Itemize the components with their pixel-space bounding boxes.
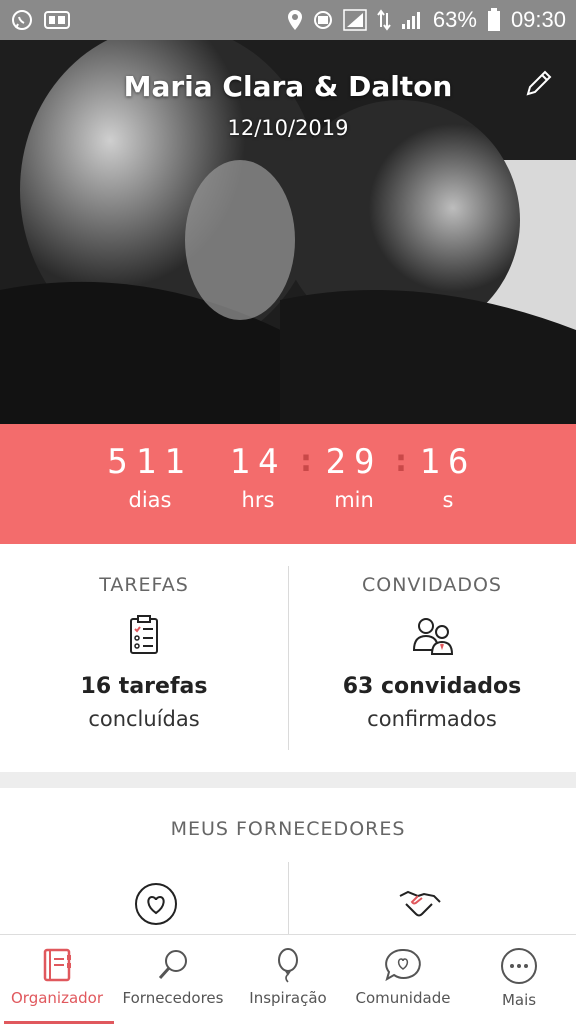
guests-status: confirmados: [367, 707, 497, 731]
guests-count: 63 convidados: [342, 674, 522, 699]
couple-names: Maria Clara & Dalton: [123, 70, 453, 103]
wedding-date: 12/10/2019: [227, 116, 349, 140]
heart-icon: [135, 883, 177, 925]
days-value: 511: [107, 442, 193, 482]
hours-label: hrs: [241, 488, 275, 512]
nav-item-fornecedores[interactable]: Fornecedores: [114, 935, 232, 1024]
seconds-label: s: [442, 488, 454, 512]
whatsapp-icon: [10, 8, 34, 32]
divider: [288, 862, 289, 934]
signal-box-icon: [343, 9, 367, 31]
guests-title: CONVIDADOS: [362, 574, 502, 596]
countdown-hours: 14 hrs: [222, 442, 294, 512]
edit-button[interactable]: [524, 68, 554, 98]
wedding-countdown: 511 dias 14 hrs : 29 min : 16 s: [0, 424, 576, 544]
couple-photo-header: Maria Clara & Dalton 12/10/2019: [0, 40, 576, 424]
countdown-days: 511 dias: [100, 442, 200, 512]
section-separator: [0, 772, 576, 788]
magnifier-icon: [158, 950, 187, 980]
battery-percent: 63%: [432, 7, 477, 32]
favorite-suppliers-button[interactable]: [134, 882, 178, 926]
minutes-value: 29: [325, 442, 383, 482]
nav-item-inspiracao[interactable]: Inspiração: [232, 935, 344, 1024]
countdown-minutes: 29 min: [318, 442, 390, 512]
guests-icon: [410, 614, 454, 658]
globe-icon: [313, 10, 333, 30]
notification-app-icon: [44, 10, 70, 30]
nav-label: Fornecedores: [122, 989, 224, 1007]
countdown-separator: :: [300, 444, 312, 479]
chat-heart-icon: [385, 948, 421, 982]
nav-item-comunidade[interactable]: Comunidade: [344, 935, 462, 1024]
my-suppliers-section: MEUS FORNECEDORES: [0, 788, 576, 934]
nav-item-organizador[interactable]: Organizador: [0, 935, 114, 1024]
nav-label: Organizador: [10, 989, 104, 1007]
guests-card[interactable]: CONVIDADOS 63 convidados confirmados: [288, 544, 576, 772]
battery-icon: [487, 8, 501, 32]
data-arrows-icon: [377, 9, 391, 31]
nav-item-mais[interactable]: Mais: [462, 935, 576, 1024]
countdown-seconds: 16 s: [412, 442, 484, 512]
location-icon: [287, 9, 303, 31]
tasks-status: concluídas: [88, 707, 200, 731]
balloon-icon: [278, 948, 298, 983]
tasks-count: 16 tarefas: [80, 674, 208, 699]
minutes-label: min: [334, 488, 374, 512]
hours-value: 14: [229, 442, 287, 482]
planner-icon: [43, 948, 71, 982]
clock: 09:30: [510, 7, 566, 32]
cell-signal-icon: [401, 10, 423, 30]
suppliers-title: MEUS FORNECEDORES: [170, 818, 406, 840]
more-icon: [501, 948, 537, 984]
handshake-icon: [399, 890, 441, 917]
countdown-separator: :: [395, 444, 407, 479]
seconds-value: 16: [419, 442, 477, 482]
pencil-icon: [526, 70, 552, 96]
tasks-title: TAREFAS: [99, 574, 189, 596]
days-label: dias: [128, 488, 172, 512]
nav-label: Comunidade: [355, 989, 451, 1007]
nav-label: Mais: [501, 991, 537, 1009]
hired-suppliers-button[interactable]: [398, 882, 442, 922]
status-bar: 63% 09:30: [0, 0, 576, 40]
checklist-icon: [122, 614, 166, 658]
summary-stats: TAREFAS 16 tarefas concluídas CONVIDADOS…: [0, 544, 576, 772]
nav-label: Inspiração: [249, 989, 327, 1007]
bottom-navigation: Organizador Fornecedores Inspiração Comu…: [0, 934, 576, 1024]
tasks-card[interactable]: TAREFAS 16 tarefas concluídas: [0, 544, 288, 772]
